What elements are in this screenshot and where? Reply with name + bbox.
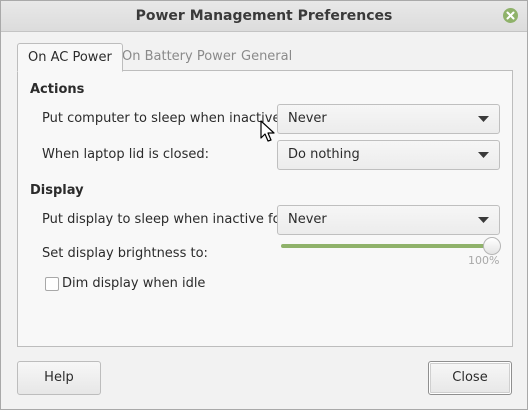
tab-on-battery-power[interactable]: On Battery Power (112, 43, 246, 70)
brightness-slider-handle[interactable] (483, 237, 501, 255)
brightness-label: Set display brightness to: (42, 246, 208, 261)
brightness-value: 100% (468, 254, 500, 267)
window-title: Power Management Preferences (135, 8, 393, 24)
chevron-down-icon (478, 217, 489, 223)
actions-heading: Actions (30, 82, 85, 97)
chevron-down-icon (478, 116, 489, 122)
chevron-down-icon (478, 152, 489, 158)
brightness-slider-track[interactable] (281, 244, 493, 248)
title-bar[interactable]: Power Management Preferences (1, 1, 527, 32)
help-button[interactable]: Help (17, 361, 101, 395)
tab-on-ac-power[interactable]: On AC Power (17, 43, 123, 72)
dim-display-checkbox[interactable] (45, 277, 59, 291)
lid-dropdown-value: Do nothing (288, 147, 360, 162)
display-heading: Display (30, 183, 84, 198)
sleep-dropdown[interactable]: Never (277, 104, 500, 134)
dim-display-label: Dim display when idle (62, 276, 206, 291)
mouse-pointer-icon (260, 120, 275, 142)
display-sleep-dropdown-value: Never (288, 212, 327, 227)
window-close-button[interactable] (503, 8, 518, 23)
sleep-dropdown-value: Never (288, 111, 327, 126)
display-sleep-dropdown[interactable]: Never (277, 205, 500, 235)
display-sleep-label: Put display to sleep when inactive for: (42, 212, 291, 227)
lid-label: When laptop lid is closed: (42, 147, 209, 162)
power-preferences-window: Power Management Preferences On AC Power… (0, 0, 528, 410)
lid-dropdown[interactable]: Do nothing (277, 140, 500, 170)
close-icon (506, 11, 515, 20)
tab-general[interactable]: General (231, 43, 302, 70)
tab-panel-ac-power: Actions Put computer to sleep when inact… (17, 70, 513, 347)
close-button[interactable]: Close (428, 361, 512, 395)
